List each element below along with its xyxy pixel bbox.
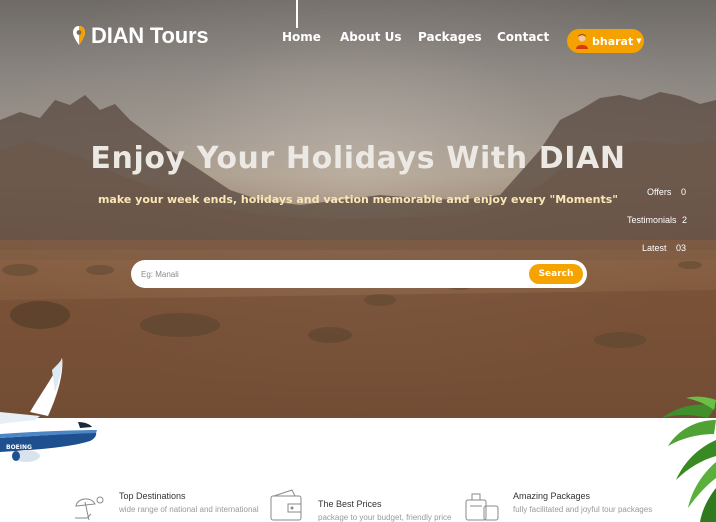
feature-title: Amazing Packages — [513, 491, 591, 501]
feature-desc: fully facilitated and joyful tour packag… — [513, 505, 653, 514]
chevron-down-icon: ▼ — [636, 37, 642, 45]
wallet-icon — [270, 489, 302, 521]
feature-desc: wide range of national and international — [119, 505, 259, 514]
search-bar — [131, 260, 587, 288]
stat-offers-value: 0 — [681, 187, 687, 197]
palm-leaves-image — [662, 396, 716, 522]
nav-about-us[interactable]: About Us — [340, 30, 401, 44]
beach-umbrella-icon — [75, 496, 104, 521]
user-name: bharat — [592, 34, 634, 48]
luggage-icon — [465, 493, 499, 521]
feature-title: The Best Prices — [318, 499, 382, 509]
airplane-image: BOEING — [0, 358, 98, 462]
hero-subtitle: make your week ends, holidays and vactio… — [97, 193, 619, 206]
search-input[interactable] — [141, 264, 521, 284]
stat-latest-value: 03 — [676, 243, 687, 253]
nav-packages[interactable]: Packages — [418, 30, 482, 44]
brand-name: DIAN Tours — [91, 23, 209, 48]
feature-desc: package to your budget, friendly price — [318, 513, 452, 522]
user-menu-button[interactable]: bharat ▼ — [567, 29, 644, 53]
nav-home[interactable]: Home — [282, 30, 321, 44]
user-avatar-icon — [576, 34, 588, 49]
hero-section — [0, 0, 716, 418]
stat-latest-label: Latest — [642, 243, 667, 253]
map-pin-icon — [73, 26, 85, 45]
nav-contact[interactable]: Contact — [497, 30, 549, 44]
stat-testimonials-value: 2 — [682, 215, 688, 225]
stat-offers-label: Offers — [647, 187, 672, 197]
hero-title: Enjoy Your Holidays With DIAN — [90, 141, 626, 176]
top-divider-line — [296, 0, 298, 28]
desert-landscape-image — [0, 92, 716, 418]
search-button[interactable]: Search — [529, 264, 583, 284]
brand-logo[interactable]: DIAN Tours — [72, 23, 209, 49]
svg-text:BOEING: BOEING — [6, 444, 32, 451]
stat-testimonials-label: Testimonials — [627, 215, 677, 225]
feature-title: Top Destinations — [119, 491, 186, 501]
